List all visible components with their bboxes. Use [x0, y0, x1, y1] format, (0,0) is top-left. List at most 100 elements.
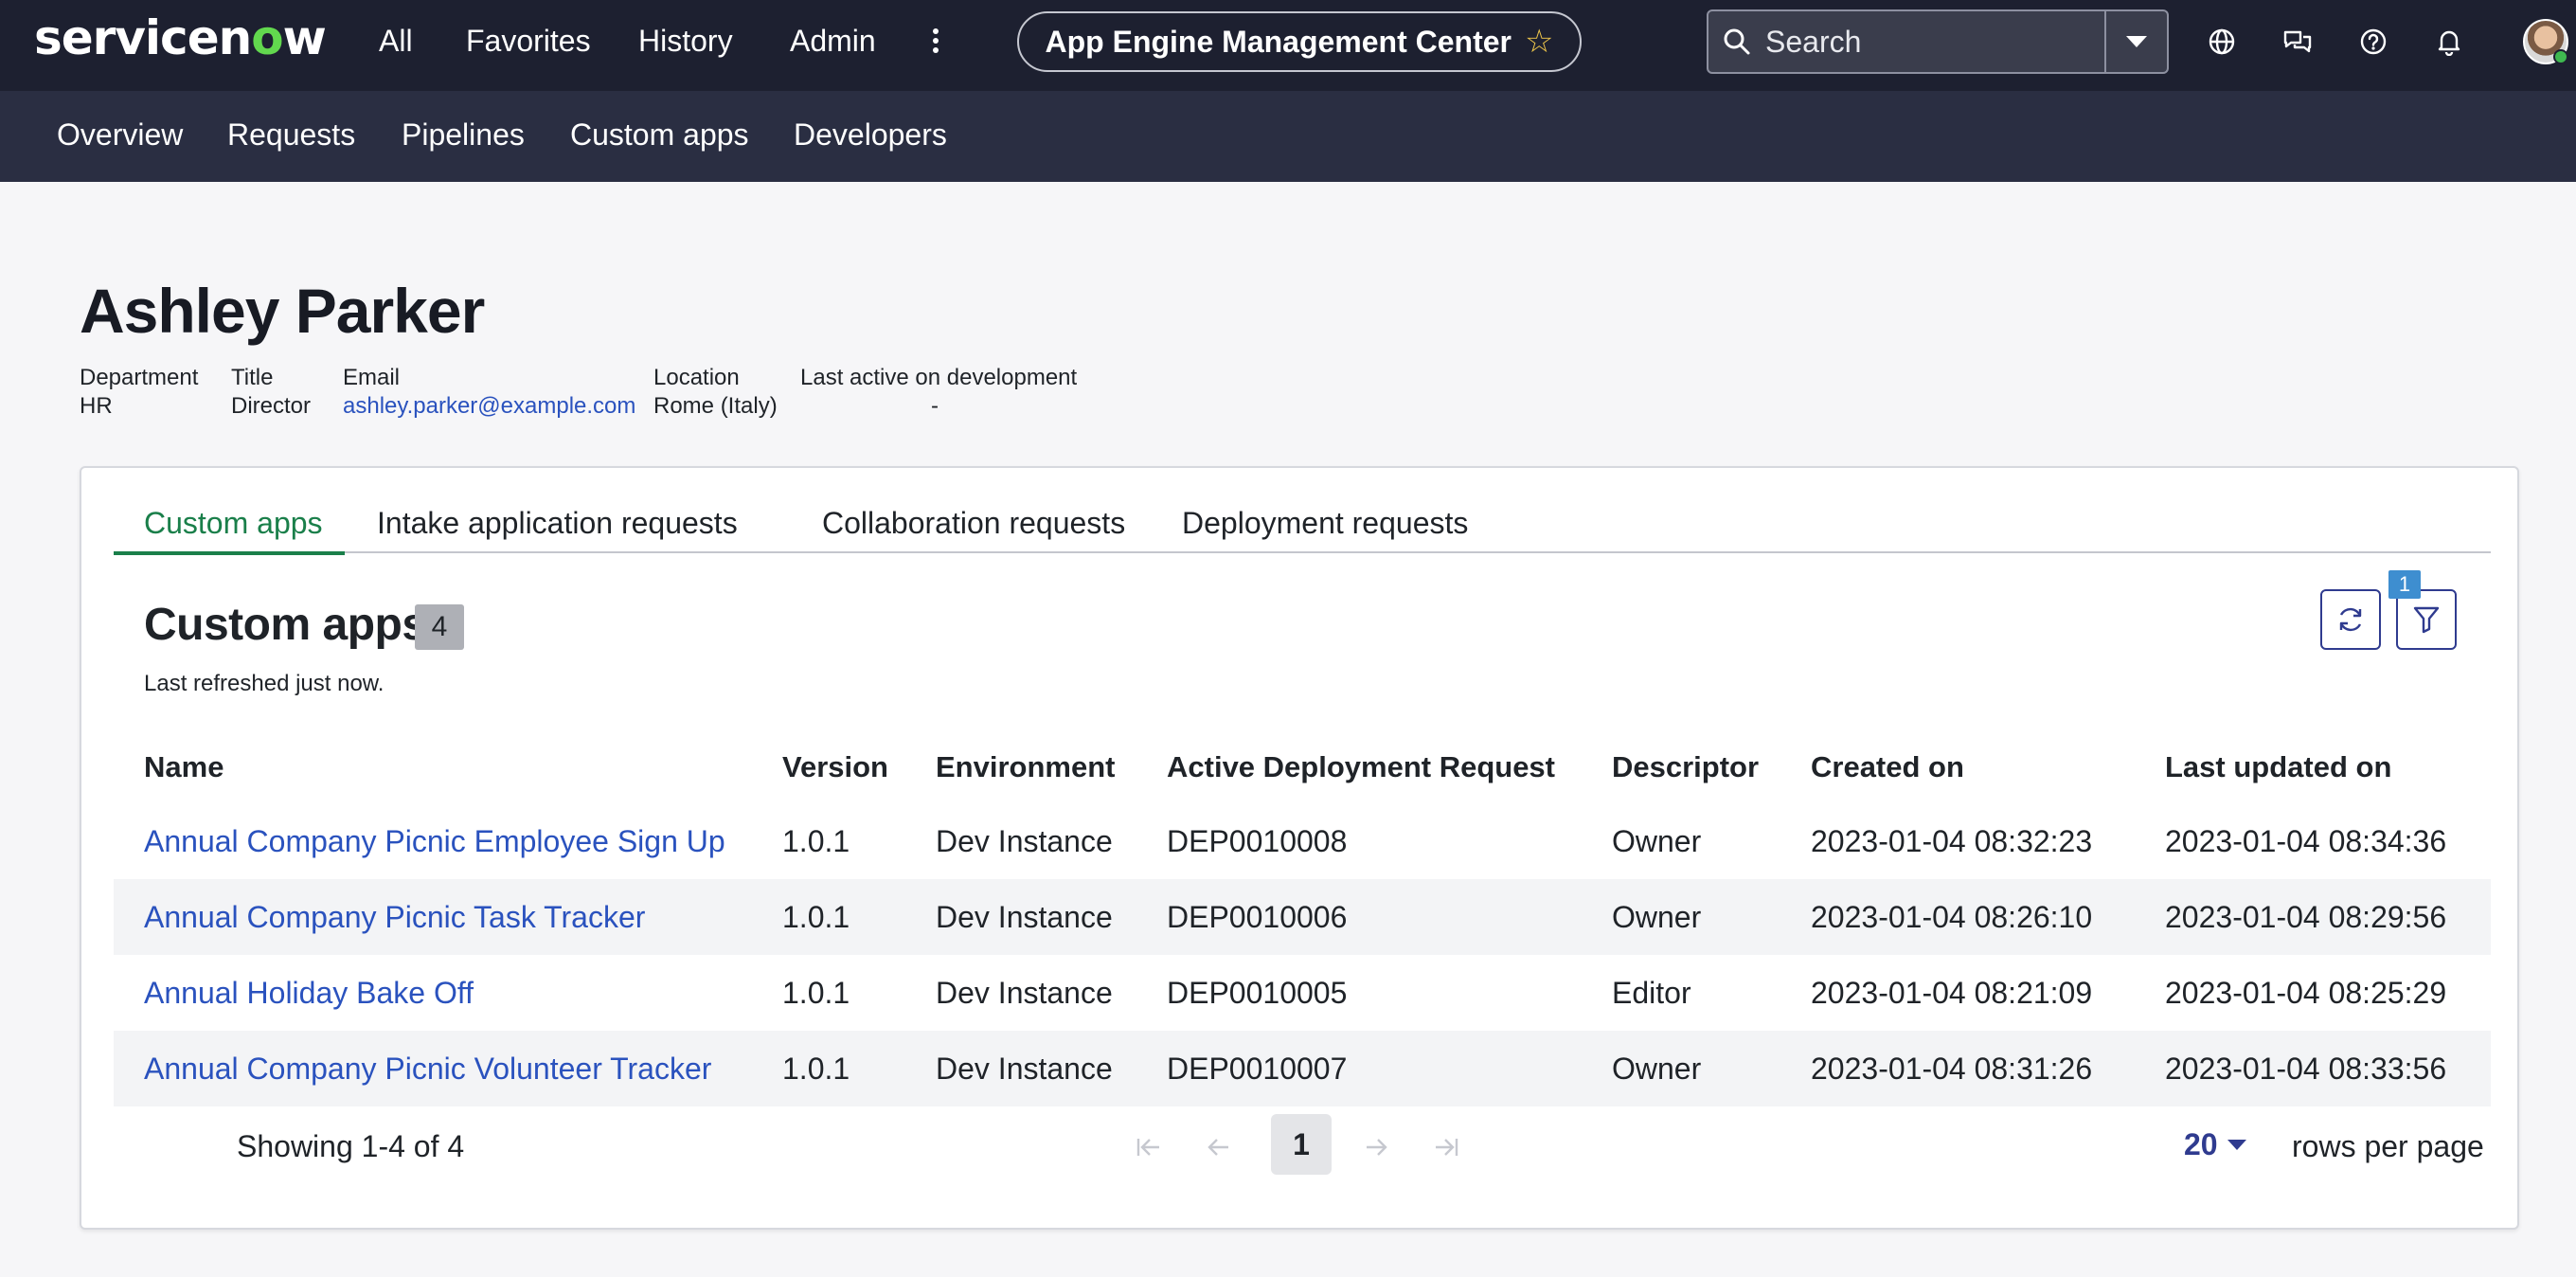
app-name-link[interactable]: Annual Company Picnic Volunteer Tracker — [144, 1031, 711, 1106]
version-cell: 1.0.1 — [782, 1051, 850, 1086]
chat-icon[interactable] — [2279, 23, 2317, 61]
descriptor-cell: Owner — [1612, 823, 1702, 858]
last-updated-cell: 2023-01-04 08:25:29 — [2165, 975, 2447, 1010]
deployment-request-cell: DEP0010006 — [1167, 899, 1348, 934]
environment-cell: Dev Instance — [936, 975, 1113, 1010]
nav-history[interactable]: History — [638, 24, 733, 59]
nav-admin[interactable]: Admin — [790, 24, 876, 59]
email-field: Email ashley.parker@example.com — [343, 364, 635, 421]
count-badge: 4 — [415, 604, 464, 650]
refresh-button[interactable] — [2320, 589, 2381, 650]
deployment-request-cell: DEP0010005 — [1167, 975, 1348, 1010]
title-field: Title Director — [231, 364, 311, 421]
chevron-down-icon — [2126, 36, 2147, 47]
search-input[interactable]: Search — [1765, 25, 2104, 60]
app-name-link[interactable]: Annual Company Picnic Task Tracker — [144, 879, 645, 955]
last-page-icon[interactable] — [1424, 1125, 1468, 1169]
descriptor-cell: Owner — [1612, 899, 1702, 934]
page-title: Ashley Parker — [80, 276, 485, 346]
created-on-cell: 2023-01-04 08:32:23 — [1811, 823, 2093, 858]
tab-collaboration-requests[interactable]: Collaboration requests — [822, 506, 1125, 553]
showing-count: Showing 1-4 of 4 — [237, 1129, 465, 1163]
last-active-value: - — [931, 393, 939, 419]
title-label: Title — [231, 365, 274, 390]
rows-per-page-value: 20 — [2184, 1127, 2218, 1161]
custom-apps-card: Custom apps Intake application requests … — [80, 466, 2519, 1230]
column-header-created-on[interactable]: Created on — [1811, 731, 1964, 803]
last-updated-cell: 2023-01-04 08:33:56 — [2165, 1051, 2447, 1086]
star-icon[interactable]: ☆ — [1525, 23, 1553, 61]
help-icon[interactable] — [2354, 23, 2392, 61]
global-search[interactable]: Search — [1707, 9, 2169, 74]
current-page-button[interactable]: 1 — [1271, 1114, 1332, 1175]
search-scope-dropdown[interactable] — [2104, 11, 2167, 72]
next-page-icon[interactable] — [1354, 1125, 1398, 1169]
tab-intake-application-requests[interactable]: Intake application requests — [377, 506, 738, 553]
subnav-requests[interactable]: Requests — [227, 117, 355, 153]
descriptor-cell: Editor — [1612, 975, 1691, 1010]
globe-icon[interactable] — [2203, 23, 2241, 61]
table-header: Name Version Environment Active Deployme… — [114, 731, 2491, 803]
table-row: Annual Company Picnic Volunteer Tracker … — [114, 1031, 2491, 1106]
search-icon — [1708, 27, 1765, 56]
email-link[interactable]: ashley.parker@example.com — [343, 392, 635, 421]
previous-page-icon[interactable] — [1197, 1125, 1241, 1169]
department-label: Department — [80, 365, 199, 390]
rows-per-page-select[interactable]: 20 — [2184, 1127, 2246, 1162]
version-cell: 1.0.1 — [782, 823, 850, 858]
email-label: Email — [343, 365, 401, 390]
subnav-developers[interactable]: Developers — [794, 117, 947, 153]
tab-deployment-requests[interactable]: Deployment requests — [1182, 506, 1468, 553]
table-row: Annual Holiday Bake Off 1.0.1 Dev Instan… — [114, 955, 2491, 1031]
custom-apps-table: Name Version Environment Active Deployme… — [114, 731, 2491, 1106]
refresh-icon — [2339, 607, 2362, 632]
filter-count-badge: 1 — [2388, 570, 2421, 599]
created-on-cell: 2023-01-04 08:26:10 — [1811, 899, 2093, 934]
app-name-link[interactable]: Annual Company Picnic Employee Sign Up — [144, 803, 725, 879]
deployment-request-cell: DEP0010007 — [1167, 1051, 1348, 1086]
table-row: Annual Company Picnic Employee Sign Up 1… — [114, 803, 2491, 879]
table-row: Annual Company Picnic Task Tracker 1.0.1… — [114, 879, 2491, 955]
rows-per-page-label: rows per page — [2292, 1129, 2484, 1163]
environment-cell: Dev Instance — [936, 823, 1113, 858]
user-avatar[interactable] — [2523, 19, 2568, 64]
created-on-cell: 2023-01-04 08:21:09 — [1811, 975, 2093, 1010]
department-field: Department HR — [80, 364, 198, 421]
more-menu-icon[interactable] — [928, 27, 943, 55]
descriptor-cell: Owner — [1612, 1051, 1702, 1086]
column-header-active-deployment-request[interactable]: Active Deployment Request — [1167, 731, 1555, 803]
location-field: Location Rome (Italy) — [653, 364, 778, 421]
nav-all[interactable]: All — [379, 24, 413, 59]
deployment-request-cell: DEP0010008 — [1167, 823, 1348, 858]
column-header-version[interactable]: Version — [782, 731, 888, 803]
nav-favorites[interactable]: Favorites — [466, 24, 591, 59]
app-name-link[interactable]: Annual Holiday Bake Off — [144, 955, 474, 1031]
last-updated-cell: 2023-01-04 08:34:36 — [2165, 823, 2447, 858]
section-title: Custom apps — [144, 600, 427, 650]
column-header-last-updated-on[interactable]: Last updated on — [2165, 731, 2391, 803]
servicenow-logo[interactable]: servicen o w — [34, 9, 327, 66]
tab-custom-apps[interactable]: Custom apps — [144, 506, 323, 553]
title-value: Director — [231, 393, 312, 419]
environment-cell: Dev Instance — [936, 899, 1113, 934]
app-title-pill[interactable]: App Engine Management Center ☆ — [1017, 11, 1582, 72]
department-value: HR — [80, 393, 113, 419]
bell-icon[interactable] — [2430, 23, 2468, 61]
active-tab-indicator — [114, 551, 345, 555]
tab-bar: Custom apps Intake application requests … — [114, 506, 2491, 555]
subnav-overview[interactable]: Overview — [57, 117, 183, 153]
pagination: Showing 1-4 of 4 1 20 rows per page — [114, 1114, 2491, 1180]
subnav-custom-apps[interactable]: Custom apps — [570, 117, 749, 153]
sub-navigation: Overview Requests Pipelines Custom apps … — [0, 91, 2576, 182]
last-active-label: Last active on development — [800, 365, 1078, 390]
filter-icon — [2413, 606, 2440, 634]
last-updated-cell: 2023-01-04 08:29:56 — [2165, 899, 2447, 934]
online-status-icon — [2553, 49, 2568, 64]
location-value: Rome (Italy) — [653, 393, 778, 419]
last-active-field: Last active on development - — [800, 364, 1077, 421]
subnav-pipelines[interactable]: Pipelines — [402, 117, 525, 153]
column-header-environment[interactable]: Environment — [936, 731, 1115, 803]
first-page-icon[interactable] — [1127, 1125, 1171, 1169]
column-header-descriptor[interactable]: Descriptor — [1612, 731, 1759, 803]
column-header-name[interactable]: Name — [144, 731, 224, 803]
